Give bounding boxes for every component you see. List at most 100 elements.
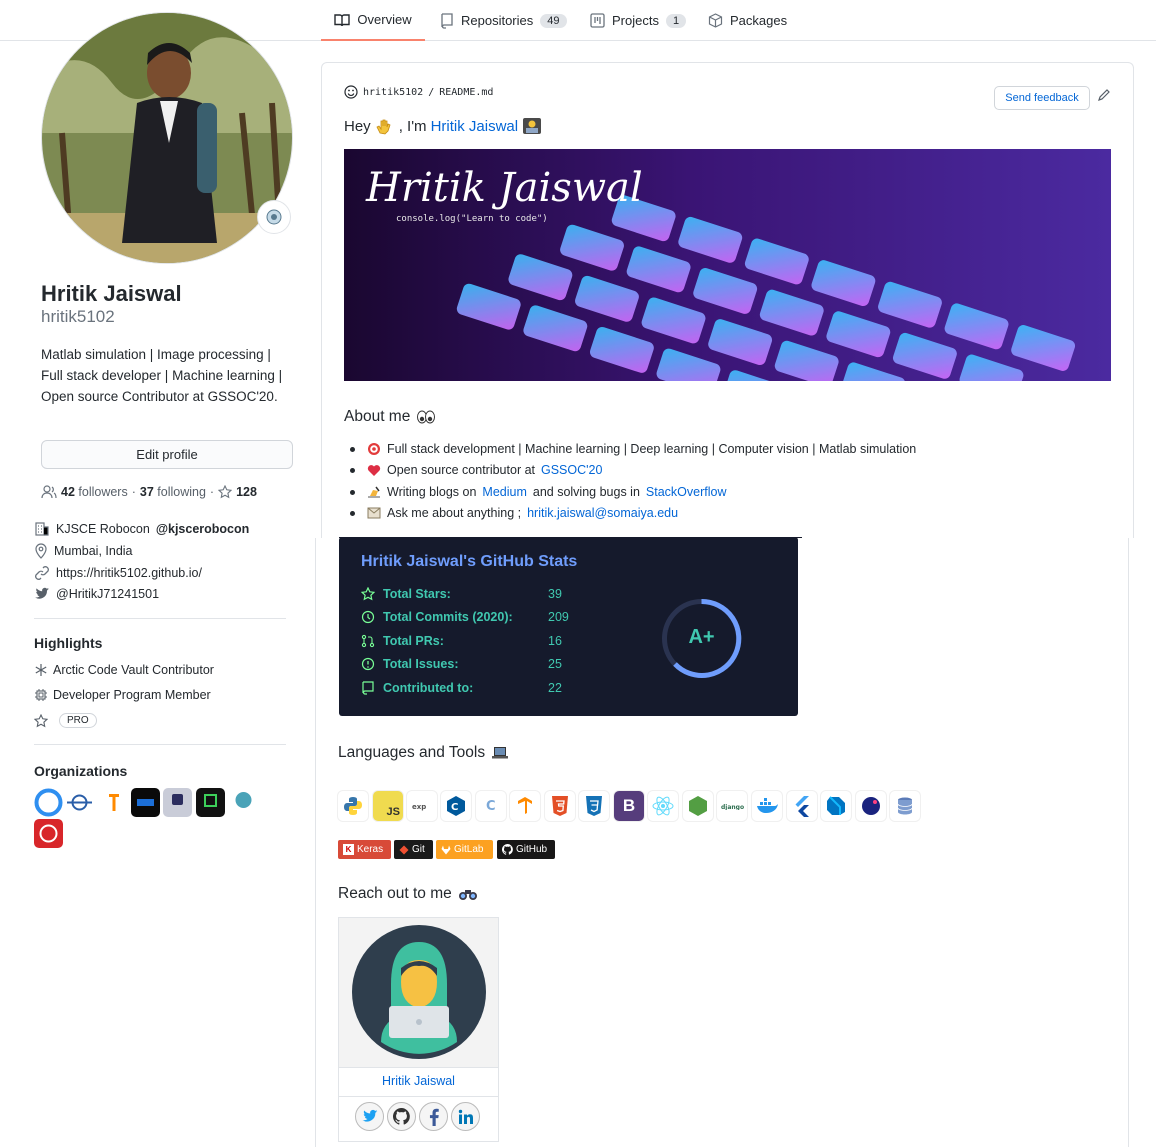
badge-git[interactable]: Git [394, 840, 433, 859]
org-avatar-3[interactable] [99, 788, 128, 817]
nodejs-icon[interactable] [683, 791, 713, 821]
avatar[interactable] [41, 12, 293, 264]
pencil-icon [1098, 89, 1110, 101]
badge-keras[interactable]: K Keras [338, 840, 391, 859]
svg-text:C: C [486, 799, 496, 814]
tab-packages[interactable]: Packages [708, 0, 787, 41]
tensorflow-icon[interactable] [510, 791, 540, 821]
banner-title: Hritik Jaiswal [365, 165, 643, 211]
org-avatar-2[interactable] [65, 788, 94, 817]
react-icon[interactable] [648, 791, 678, 821]
org-avatar-8[interactable] [34, 819, 63, 848]
stars-count[interactable]: 128 [236, 485, 257, 499]
database-icon[interactable] [890, 791, 920, 821]
highlight-arctic[interactable]: Arctic Code Vault Contributor [34, 663, 214, 677]
sidebar-divider [34, 744, 286, 745]
twitter-button[interactable] [355, 1102, 384, 1131]
contact-divider [339, 1096, 498, 1097]
highlight-developer[interactable]: Developer Program Member [34, 688, 211, 702]
website-link[interactable]: https://hritik5102.github.io/ [56, 566, 202, 580]
medium-link[interactable]: Medium [482, 485, 526, 499]
tab-overview[interactable]: Overview [321, 0, 425, 41]
html5-icon[interactable] [545, 791, 575, 821]
greeting-prefix: Hey [344, 117, 371, 135]
github-button[interactable] [387, 1102, 416, 1131]
org-handle[interactable]: @kjscerobocon [156, 522, 249, 536]
send-feedback-button[interactable]: Send feedback [994, 86, 1090, 110]
flutter-icon[interactable] [787, 791, 817, 821]
sidebar-divider [34, 618, 286, 619]
repositories-count: 49 [540, 13, 567, 28]
stats-label: Total Commits (2020): [383, 610, 513, 624]
detail-website: https://hritik5102.github.io/ [34, 565, 202, 581]
contact-divider [339, 1067, 498, 1068]
followers-count: 42 [61, 485, 75, 499]
stats-row-stars: Total Stars: [361, 587, 451, 601]
facebook-button[interactable] [419, 1102, 448, 1131]
about-item: Full stack development | Machine learnin… [350, 442, 916, 456]
gssoc-link[interactable]: GSSOC'20 [541, 463, 602, 477]
about-item: Writing blogs on Medium and solving bugs… [350, 485, 727, 499]
python-icon[interactable] [338, 791, 368, 821]
contact-name-link[interactable]: Hritik Jaiswal [338, 1074, 499, 1088]
about-item-1-text: Full stack development | Machine learnin… [387, 442, 917, 456]
organizations-title: Organizations [34, 763, 128, 779]
edit-readme-button[interactable] [1097, 88, 1111, 107]
github-icon [502, 844, 513, 855]
readme-owner-link[interactable]: hritik5102 [363, 87, 423, 98]
cplusplus-icon[interactable]: C [441, 791, 471, 821]
twitter-icon [35, 587, 49, 599]
redux-icon[interactable] [856, 791, 886, 821]
location-icon [35, 543, 47, 559]
people-icon [41, 485, 57, 499]
star-icon [361, 587, 375, 601]
org-avatar-1[interactable] [34, 788, 63, 817]
badge-git-label: Git [412, 844, 425, 855]
css3-icon[interactable] [579, 791, 609, 821]
readme-file-link[interactable]: README.md [439, 87, 493, 98]
express-icon[interactable]: exp [407, 791, 437, 821]
target-icon [368, 443, 380, 455]
stats-label: Total PRs: [383, 634, 444, 648]
greeting-name-link[interactable]: Hritik Jaiswal [431, 118, 519, 135]
org-avatar-6[interactable] [196, 788, 225, 817]
readme-border-left [315, 538, 316, 1147]
tab-repositories[interactable]: Repositories 49 [440, 0, 567, 41]
docker-icon[interactable] [752, 791, 782, 821]
tab-packages-label: Packages [730, 13, 788, 28]
linkedin-icon [458, 1109, 473, 1124]
detail-twitter: @HritikJ71241501 [34, 587, 159, 601]
profile-username: hritik5102 [41, 307, 115, 326]
stackoverflow-link[interactable]: StackOverflow [646, 485, 727, 499]
django-icon[interactable]: django [717, 791, 747, 821]
javascript-icon[interactable]: JS [373, 791, 403, 821]
repo-icon [441, 12, 453, 29]
separator-dot: · [131, 485, 136, 499]
banner-subtitle: console.log("Learn to code") [396, 214, 548, 224]
org-avatar-4[interactable] [131, 788, 160, 817]
badge-gitlab[interactable]: GitLab [436, 840, 493, 859]
svg-text:django: django [721, 804, 744, 810]
org-avatar-5[interactable] [163, 788, 192, 817]
status-emoji-button[interactable] [257, 200, 291, 234]
bullet [350, 489, 355, 495]
readme-border-right [1128, 538, 1129, 1147]
reach-heading: Reach out to me [338, 885, 478, 903]
package-icon [708, 13, 723, 28]
org-avatar-7[interactable] [229, 788, 258, 817]
status-icon [266, 209, 282, 225]
binoculars-icon [458, 890, 477, 900]
c-icon[interactable]: C [476, 791, 506, 821]
tab-projects-label: Projects [612, 13, 659, 28]
twitter-handle[interactable]: @HritikJ71241501 [56, 587, 159, 601]
tab-projects[interactable]: Projects 1 [590, 0, 687, 41]
dart-icon[interactable] [821, 791, 851, 821]
badge-github[interactable]: GitHub [497, 840, 555, 859]
email-link[interactable]: hritik.jaiswal@somaiya.edu [527, 506, 678, 520]
linkedin-button[interactable] [451, 1102, 480, 1131]
bootstrap-icon[interactable]: B [614, 791, 644, 821]
edit-profile-button[interactable]: Edit profile [41, 440, 293, 469]
followers-link[interactable]: 42 followers [61, 485, 128, 499]
path-separator: / [428, 86, 435, 98]
following-link[interactable]: 37 following [140, 485, 206, 499]
